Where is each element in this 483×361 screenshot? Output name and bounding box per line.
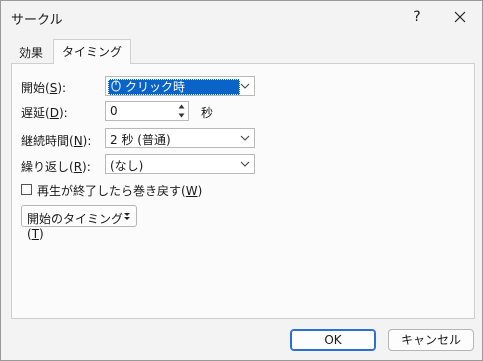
dialog-window: サークル ? 効果 タイミング 開始(S): クリック時 遅延(D): 0 秒 … [0,0,483,361]
delay-spinner[interactable]: 0 [105,101,189,121]
rewind-checkbox[interactable] [21,184,32,195]
close-icon [454,11,466,23]
start-select[interactable]: クリック時 [105,76,255,96]
trigger-button[interactable]: 開始のタイミング(T) [21,205,137,241]
triangle-up-icon [178,104,184,109]
duration-select[interactable]: 2 秒 (普通) [105,128,255,148]
close-button[interactable] [439,1,481,33]
rewind-label[interactable]: 再生が終了したら巻き戻す(W) [37,182,202,199]
chevron-down-icon [236,129,254,147]
spinner-buttons [174,102,188,120]
trigger-button-label: 開始のタイミング(T) [27,212,124,241]
help-icon: ? [413,9,421,25]
cancel-button[interactable]: キャンセル [388,329,474,351]
duration-label: 継続時間(N): [21,134,92,148]
window-title: サークル [11,13,63,28]
start-label: 開始(S): [21,81,67,95]
start-select-value: クリック時 [108,79,240,95]
chevron-down-icon [236,77,254,95]
spin-up-button[interactable] [174,102,188,111]
spin-down-button[interactable] [174,111,188,120]
delay-unit: 秒 [201,106,214,120]
delay-label: 遅延(D): [21,106,68,120]
tab-timing[interactable]: タイミング [53,39,132,64]
title-bar: サークル ? [1,1,482,33]
help-button[interactable]: ? [397,1,437,33]
triangle-down-icon [178,113,184,118]
repeat-value: (なし) [110,159,144,173]
delay-value: 0 [110,104,118,118]
duration-value: 2 秒 (普通) [110,133,171,147]
tab-effect[interactable]: 効果 [11,43,51,65]
double-chevron-down-icon [123,211,131,225]
chevron-down-icon [236,155,254,173]
repeat-label: 繰り返し(R): [21,160,91,174]
mouse-icon [111,80,121,92]
repeat-select[interactable]: (なし) [105,154,255,174]
ok-button[interactable]: OK [290,329,376,351]
